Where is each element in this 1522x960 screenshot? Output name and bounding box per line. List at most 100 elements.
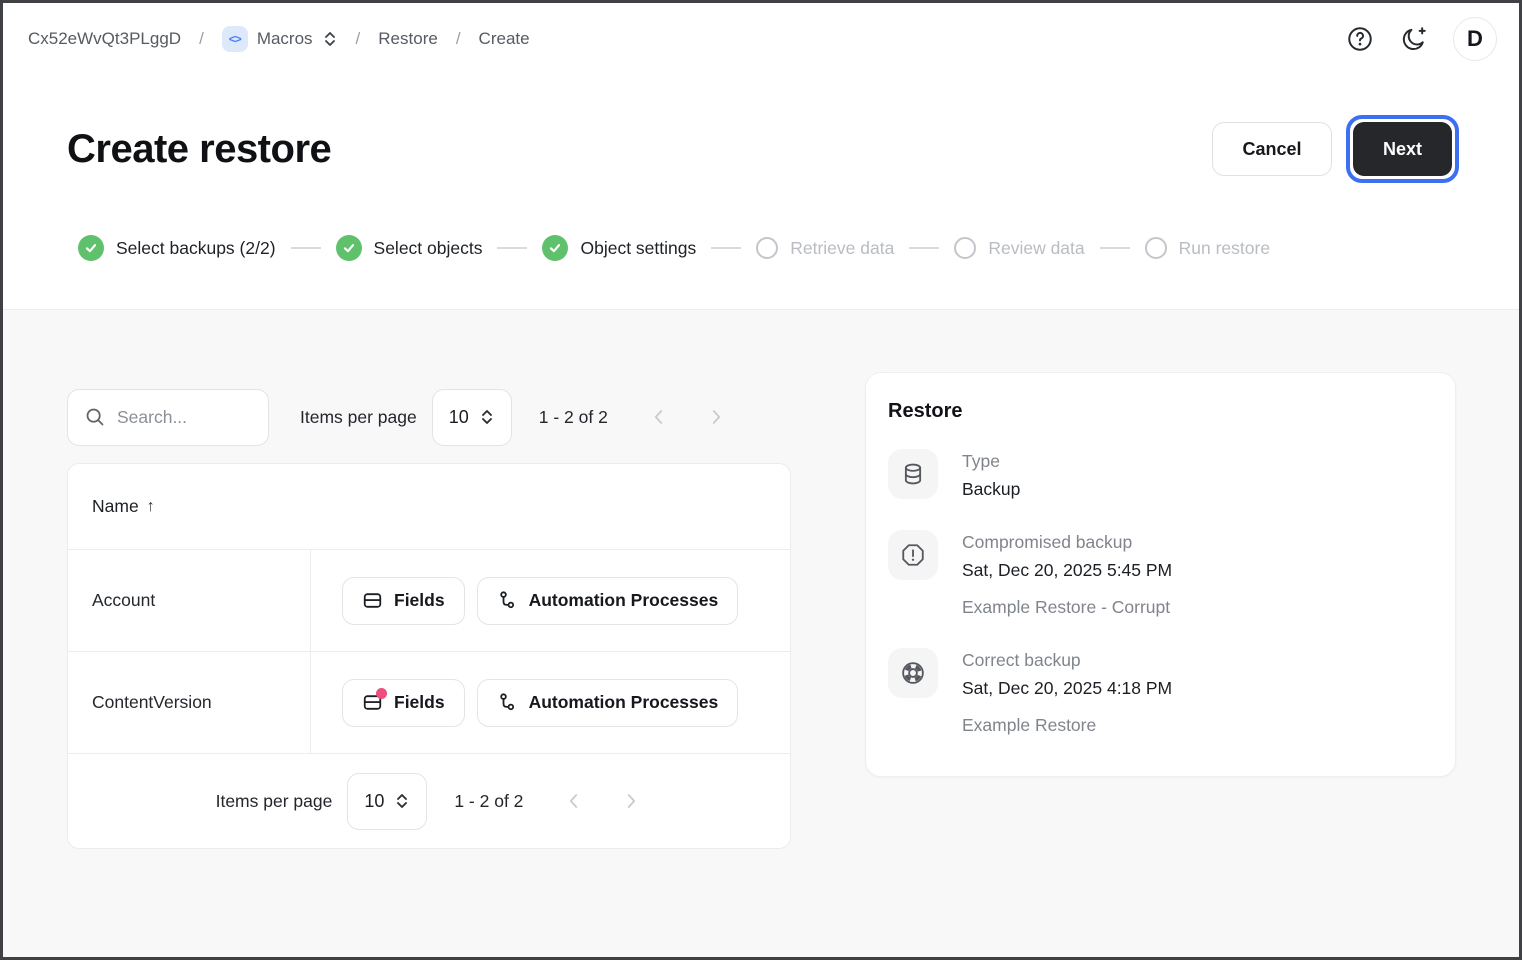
next-button-focus-ring: Next bbox=[1346, 115, 1459, 183]
lifebuoy-icon bbox=[888, 648, 938, 698]
check-icon bbox=[78, 235, 104, 261]
items-per-page-value: 10 bbox=[364, 791, 384, 812]
step-connector bbox=[497, 247, 527, 249]
automation-processes-label: Automation Processes bbox=[529, 692, 719, 713]
breadcrumb-service-selector[interactable]: <> Macros bbox=[222, 26, 338, 52]
restore-summary-panel: Restore Type Backup bbox=[865, 372, 1456, 777]
step-connector bbox=[909, 247, 939, 249]
search-icon bbox=[84, 406, 106, 428]
rows-icon bbox=[362, 692, 383, 713]
step-object-settings[interactable]: Object settings bbox=[542, 235, 696, 261]
automation-processes-button[interactable]: Automation Processes bbox=[477, 679, 739, 727]
code-icon: <> bbox=[222, 26, 248, 52]
pagination bbox=[563, 790, 642, 812]
workflow-icon bbox=[497, 692, 518, 713]
summary-item-note: Example Restore bbox=[962, 715, 1172, 736]
summary-item-value: Sat, Dec 20, 2025 5:45 PM bbox=[962, 560, 1172, 581]
step-select-backups[interactable]: Select backups (2/2) bbox=[78, 235, 276, 261]
summary-item-label: Correct backup bbox=[962, 650, 1172, 671]
step-circle-icon bbox=[1145, 237, 1167, 259]
summary-item-label: Type bbox=[962, 451, 1020, 472]
row-actions: Fields Automation Processes bbox=[311, 550, 738, 651]
objects-table: Name ↑ Account Fie bbox=[67, 463, 791, 849]
objects-panel: Items per page 10 1 - 2 of 2 bbox=[67, 388, 791, 849]
step-label: Object settings bbox=[580, 238, 696, 259]
workflow-icon bbox=[497, 590, 518, 611]
table-footer: Items per page 10 1 - 2 of 2 bbox=[68, 754, 790, 848]
avatar[interactable]: D bbox=[1453, 17, 1497, 61]
step-label: Select objects bbox=[374, 238, 483, 259]
summary-item-compromised-backup: Compromised backup Sat, Dec 20, 2025 5:4… bbox=[888, 530, 1431, 618]
title-actions: Cancel Next bbox=[1212, 115, 1459, 183]
next-button[interactable]: Next bbox=[1353, 122, 1452, 176]
page-title: Create restore bbox=[67, 127, 331, 172]
name-header-label: Name bbox=[92, 496, 139, 517]
select-updown-icon bbox=[394, 791, 410, 811]
chevron-right-icon[interactable] bbox=[620, 790, 642, 812]
summary-item-value: Sat, Dec 20, 2025 4:18 PM bbox=[962, 678, 1172, 699]
table-row: ContentVersion Fields bbox=[68, 652, 790, 754]
fields-button-label: Fields bbox=[394, 692, 445, 713]
table-controls: Items per page 10 1 - 2 of 2 bbox=[67, 388, 791, 446]
items-per-page-select[interactable]: 10 bbox=[432, 389, 512, 446]
chevron-left-icon[interactable] bbox=[648, 406, 670, 428]
step-circle-icon bbox=[954, 237, 976, 259]
step-select-objects[interactable]: Select objects bbox=[336, 235, 483, 261]
breadcrumb-bar: Cx52eWvQt3PLggD / <> Macros / Restore / … bbox=[3, 3, 1519, 75]
main-content: Items per page 10 1 - 2 of 2 bbox=[3, 310, 1519, 957]
search-box[interactable] bbox=[67, 389, 269, 446]
step-circle-icon bbox=[756, 237, 778, 259]
cancel-button[interactable]: Cancel bbox=[1212, 122, 1332, 176]
select-updown-icon bbox=[322, 30, 338, 48]
table-header: Name ↑ bbox=[68, 464, 790, 550]
automation-processes-button[interactable]: Automation Processes bbox=[477, 577, 739, 625]
items-per-page-select[interactable]: 10 bbox=[347, 773, 427, 830]
object-name-cell: Account bbox=[68, 550, 311, 651]
search-input[interactable] bbox=[117, 407, 247, 428]
breadcrumb-separator: / bbox=[356, 29, 361, 49]
restore-summary-card: Restore Type Backup bbox=[865, 372, 1456, 777]
summary-item-note: Example Restore - Corrupt bbox=[962, 597, 1172, 618]
summary-item-text: Compromised backup Sat, Dec 20, 2025 5:4… bbox=[962, 530, 1172, 618]
step-connector bbox=[1100, 247, 1130, 249]
summary-item-type: Type Backup bbox=[888, 449, 1431, 500]
select-updown-icon bbox=[479, 407, 495, 427]
pagination bbox=[648, 406, 727, 428]
avatar-initial: D bbox=[1467, 26, 1483, 52]
row-actions: Fields Automation Processes bbox=[311, 652, 738, 753]
app-window: Cx52eWvQt3PLggD / <> Macros / Restore / … bbox=[0, 0, 1522, 960]
help-circle-icon[interactable] bbox=[1345, 24, 1375, 54]
step-label: Run restore bbox=[1179, 238, 1270, 259]
topbar-actions: D bbox=[1345, 17, 1497, 61]
chevron-right-icon[interactable] bbox=[705, 406, 727, 428]
fields-button-label: Fields bbox=[394, 590, 445, 611]
fields-changed-badge bbox=[376, 688, 387, 699]
pagination-range: 1 - 2 of 2 bbox=[539, 407, 608, 428]
breadcrumb-restore[interactable]: Restore bbox=[378, 29, 438, 49]
step-review-data: Review data bbox=[954, 237, 1084, 259]
step-label: Review data bbox=[988, 238, 1084, 259]
sort-asc-arrow: ↑ bbox=[147, 498, 155, 516]
items-per-page-value: 10 bbox=[449, 407, 469, 428]
rows-icon bbox=[362, 590, 383, 611]
stepper: Select backups (2/2) Select objects Obje… bbox=[3, 183, 1519, 309]
name-column-header[interactable]: Name ↑ bbox=[92, 496, 155, 517]
step-connector bbox=[711, 247, 741, 249]
table-row: Account Fields bbox=[68, 550, 790, 652]
pagination-range: 1 - 2 of 2 bbox=[454, 791, 523, 812]
step-connector bbox=[291, 247, 321, 249]
breadcrumb-separator: / bbox=[199, 29, 204, 49]
summary-item-text: Correct backup Sat, Dec 20, 2025 4:18 PM… bbox=[962, 648, 1172, 736]
fields-button[interactable]: Fields bbox=[342, 577, 465, 625]
page-header: Cx52eWvQt3PLggD / <> Macros / Restore / … bbox=[3, 3, 1519, 310]
check-icon bbox=[336, 235, 362, 261]
breadcrumb-service-label: Macros bbox=[257, 29, 313, 49]
moon-plus-icon[interactable] bbox=[1399, 24, 1429, 54]
chevron-left-icon[interactable] bbox=[563, 790, 585, 812]
items-per-page-label: Items per page bbox=[300, 407, 417, 428]
breadcrumb-org-id[interactable]: Cx52eWvQt3PLggD bbox=[28, 29, 181, 49]
fields-button[interactable]: Fields bbox=[342, 679, 465, 727]
summary-item-label: Compromised backup bbox=[962, 532, 1172, 553]
summary-item-correct-backup: Correct backup Sat, Dec 20, 2025 4:18 PM… bbox=[888, 648, 1431, 736]
alert-octagon-icon bbox=[888, 530, 938, 580]
